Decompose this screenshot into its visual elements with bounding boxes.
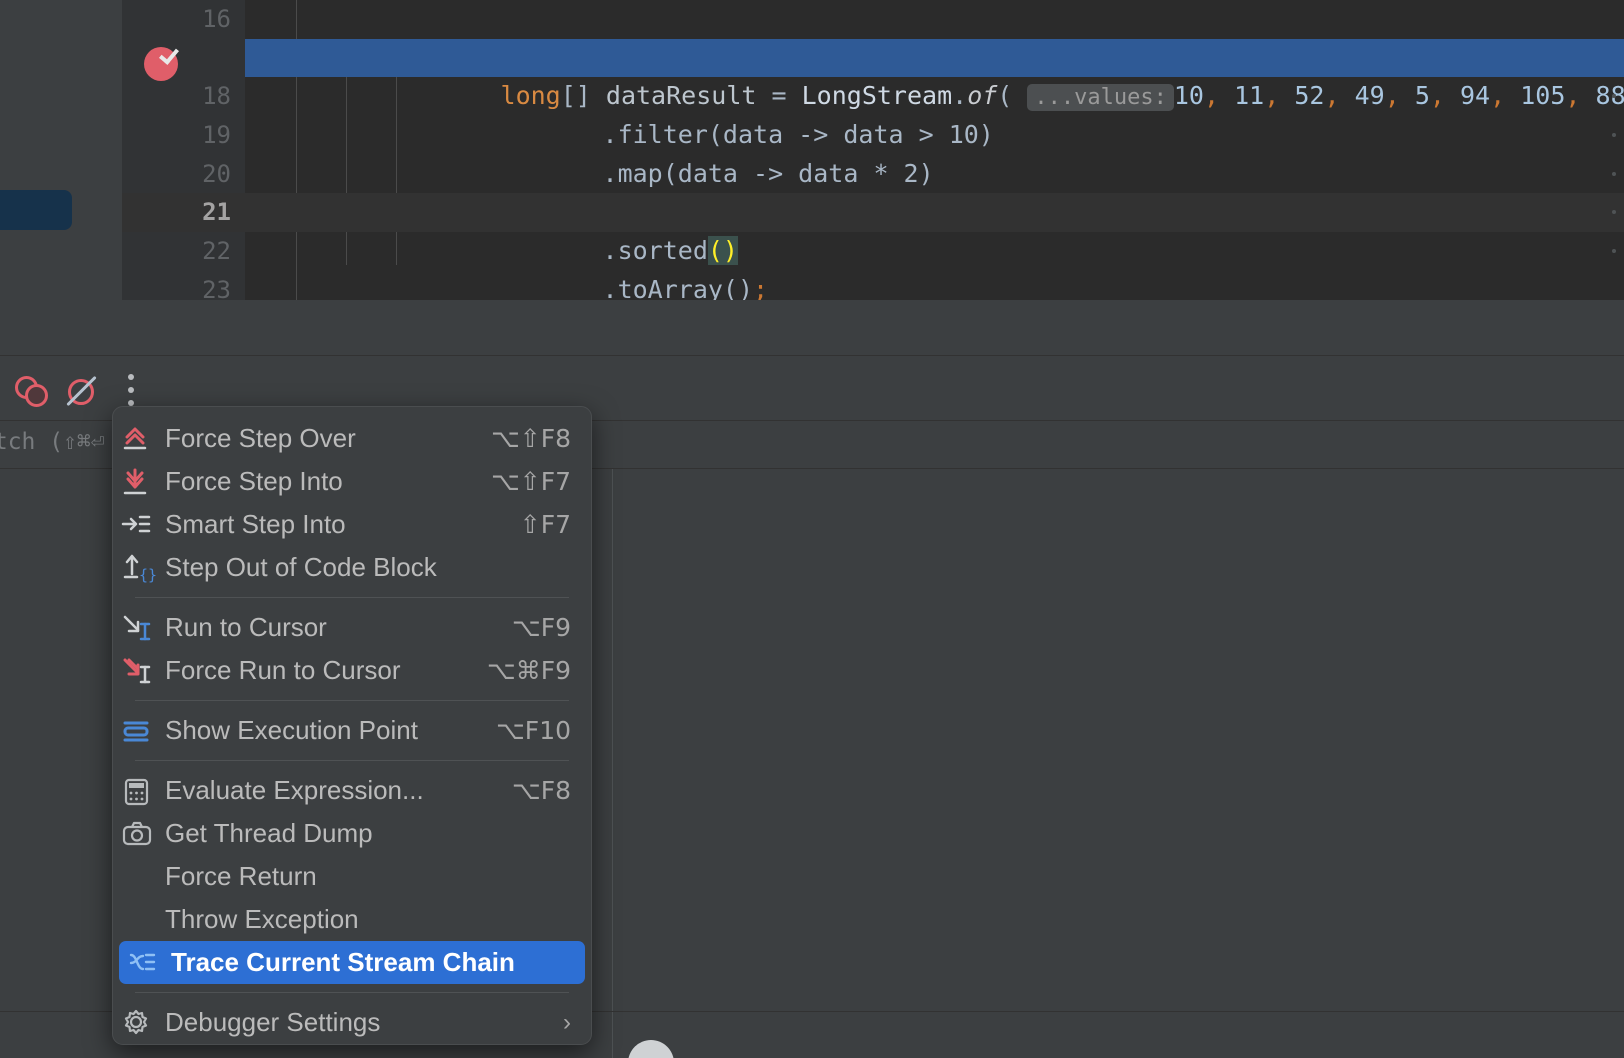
gutter-row: 21 (122, 193, 245, 233)
breakpoint-icon[interactable] (144, 43, 179, 81)
menu-item-label: Get Thread Dump (165, 818, 373, 848)
menu-item-label: Force Return (165, 861, 317, 891)
menu-item-get-thread-dump[interactable]: Get Thread Dump (113, 812, 591, 855)
code-line-19[interactable]: .map(data -> data * 2) (245, 116, 1624, 188)
new-watch-placeholder: atch (⇧⌘⏎ (0, 429, 105, 455)
menu-item-shortcut: ⌥⇧F7 (490, 467, 571, 496)
menu-item-shortcut: ⇧F7 (519, 510, 571, 539)
menu-separator (135, 597, 569, 598)
menu-item-label: Debugger Settings (165, 1007, 381, 1037)
menu-item-evaluate-expression[interactable]: Evaluate Expression... ⌥F8 (113, 769, 591, 812)
code-line-21-current[interactable]: .sorted() (245, 193, 1624, 266)
menu-item-shortcut: ⌥⇧F8 (490, 424, 571, 453)
menu-item-label: Throw Exception (165, 904, 359, 934)
view-breakpoints-icon[interactable] (12, 368, 52, 408)
menu-item-label: Evaluate Expression... (165, 775, 424, 805)
gutter-row: 20 (122, 155, 245, 194)
menu-item-label: Smart Step Into (165, 509, 346, 539)
menu-item-label: Step Out of Code Block (165, 552, 437, 582)
menu-item-label: Run to Cursor (165, 612, 327, 642)
line-number-current: 21 (202, 198, 231, 227)
trace-stream-chain-icon (119, 941, 171, 984)
line-number: 22 (202, 237, 231, 266)
line-number: 20 (202, 159, 231, 188)
chevron-right-icon: › (563, 1008, 571, 1036)
mute-breakpoints-icon[interactable] (62, 368, 102, 408)
gutter-row: 16 (122, 0, 245, 39)
scroll-marker (1612, 171, 1616, 176)
selected-panel-chip[interactable] (0, 190, 72, 230)
more-options-kebab-icon[interactable] (124, 374, 138, 406)
menu-item-label: Force Run to Cursor (165, 655, 401, 685)
menu-item-force-step-into[interactable]: Force Step Into ⌥⇧F7 (113, 460, 591, 503)
line-number: 16 (202, 5, 231, 33)
force-run-to-cursor-icon (113, 649, 165, 692)
code-editor[interactable]: 16 18 19 20 21 22 23 long[] dataResult =… (0, 0, 1624, 343)
code-line-16[interactable] (245, 0, 1624, 39)
menu-item-trace-current-stream-chain[interactable]: Trace Current Stream Chain (119, 941, 585, 984)
menu-item-force-step-over[interactable]: Force Step Over ⌥⇧F8 (113, 417, 591, 460)
no-icon (113, 855, 165, 898)
menu-item-label: Show Execution Point (165, 715, 418, 745)
ide-debug-screen: 16 18 19 20 21 22 23 long[] dataResult =… (0, 0, 1624, 1058)
gear-icon (113, 1001, 165, 1044)
line-number: 19 (202, 121, 231, 150)
menu-item-label: Force Step Over (165, 423, 356, 453)
menu-separator (135, 700, 569, 701)
code-line-18[interactable]: .filter(data -> data > 10) (245, 77, 1624, 149)
menu-item-step-out-of-code-block[interactable]: {} Step Out of Code Block (113, 546, 591, 589)
smart-step-into-icon (113, 503, 165, 546)
menu-item-shortcut: ⌥⌘F9 (486, 656, 571, 685)
gutter-row: 22 (122, 232, 245, 271)
debugger-context-menu[interactable]: Force Step Over ⌥⇧F8 Force Step Into ⌥⇧F… (112, 406, 592, 1045)
menu-separator (135, 760, 569, 761)
code-content[interactable]: long[] dataResult = LongStream.of( ...va… (245, 0, 1624, 343)
left-tool-panel (0, 0, 122, 300)
menu-separator (135, 992, 569, 993)
no-icon (113, 898, 165, 941)
menu-item-run-to-cursor[interactable]: Run to Cursor ⌥F9 (113, 606, 591, 649)
gutter-row-breakpoint (122, 39, 245, 81)
run-to-cursor-icon (113, 606, 165, 649)
menu-item-debugger-settings[interactable]: Debugger Settings › (113, 1001, 591, 1044)
force-step-into-icon (113, 460, 165, 503)
menu-item-smart-step-into[interactable]: Smart Step Into ⇧F7 (113, 503, 591, 546)
thread-dump-icon (113, 812, 165, 855)
menu-item-label: Force Step Into (165, 466, 343, 496)
menu-item-show-execution-point[interactable]: Show Execution Point ⌥F10 (113, 709, 591, 752)
menu-item-force-run-to-cursor[interactable]: Force Run to Cursor ⌥⌘F9 (113, 649, 591, 692)
evaluate-expression-icon (113, 769, 165, 812)
menu-item-force-return[interactable]: Force Return (113, 855, 591, 898)
menu-item-label: Trace Current Stream Chain (171, 947, 515, 977)
breakpoint-check-icon (159, 43, 179, 65)
show-execution-point-icon (113, 709, 165, 752)
line-number: 18 (202, 82, 231, 111)
menu-item-shortcut: ⌥F9 (511, 613, 571, 642)
gutter-row: 18 (122, 77, 245, 116)
menu-item-throw-exception[interactable]: Throw Exception (113, 898, 591, 941)
svg-text:{}: {} (139, 566, 157, 584)
menu-item-shortcut: ⌥F8 (511, 776, 571, 805)
code-line-17-execution[interactable]: long[] dataResult = LongStream.of( ...va… (245, 38, 1624, 112)
code-line-22[interactable]: .toArray(); (245, 232, 1624, 304)
editor-bottom-strip (0, 300, 1624, 355)
menu-item-shortcut: ⌥F10 (496, 716, 571, 745)
gutter-row: 19 (122, 116, 245, 155)
step-out-code-block-icon: {} (113, 546, 165, 589)
editor-gutter[interactable]: 16 18 19 20 21 22 23 (122, 0, 245, 304)
force-step-over-icon (113, 417, 165, 460)
code-line-20[interactable]: .distinct() (245, 155, 1624, 226)
panel-splitter[interactable] (612, 469, 613, 1058)
